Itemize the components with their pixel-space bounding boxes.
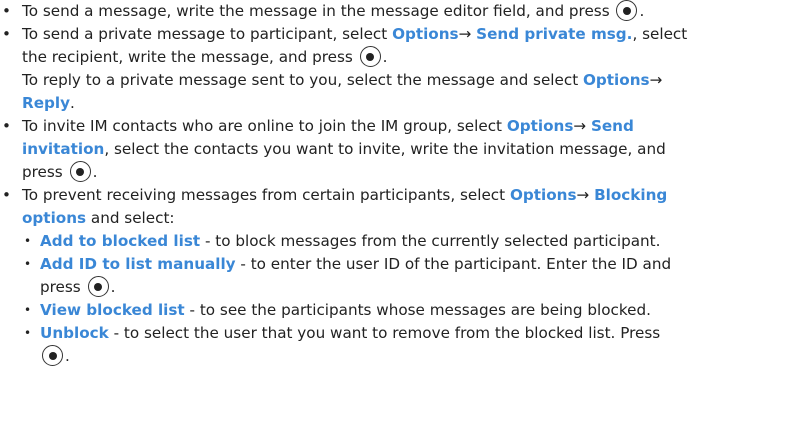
text-line: To prevent receiving messages from certa…: [22, 186, 668, 204]
list-item: • To send a message, write the message in…: [0, 0, 794, 23]
menu-command: View blocked list: [40, 301, 185, 319]
bullet: •: [24, 303, 32, 317]
menu-command: Options: [509, 186, 577, 204]
menu-command: Add ID to list manually: [40, 255, 236, 273]
text-line: To send a private message to participant…: [22, 25, 688, 43]
text-line: View blocked list - to see the participa…: [40, 301, 651, 319]
text-line: To invite IM contacts who are online to …: [22, 117, 634, 135]
menu-arrow-icon: →: [573, 117, 591, 135]
menu-command: Unblock: [40, 324, 109, 342]
selection-key-icon: [42, 345, 63, 366]
text-line: Add ID to list manually - to enter the u…: [40, 255, 672, 273]
selection-key-icon: [616, 0, 638, 21]
text-line: Reply.: [22, 94, 75, 112]
menu-command: Reply: [22, 94, 70, 112]
text-line: To reply to a private message sent to yo…: [22, 71, 663, 89]
menu-arrow-icon: →: [649, 71, 663, 89]
text-line: Add to blocked list - to block messages …: [40, 232, 661, 250]
sub-list-item: • Add to blocked list - to block messages…: [0, 230, 794, 253]
bullet: •: [24, 257, 32, 271]
menu-command: Send: [590, 117, 634, 135]
bullet: •: [24, 326, 32, 340]
menu-command: Add to blocked list: [40, 232, 201, 250]
text-line: Unblock - to select the user that you wa…: [40, 324, 661, 342]
menu-command: Send private msg.: [476, 25, 633, 43]
sub-list-item: • View blocked list - to see the particip…: [0, 299, 794, 322]
menu-arrow-icon: →: [576, 186, 595, 204]
menu-command: Options: [392, 25, 459, 43]
menu-command: Options: [583, 71, 650, 89]
bullet: •: [2, 186, 11, 204]
text-line: .: [40, 345, 794, 368]
selection-key-icon: [359, 46, 381, 67]
list-item: • To invite IM contacts who are online to…: [0, 115, 794, 184]
text-line: invitation, select the contacts you want…: [22, 140, 666, 158]
bullet: •: [2, 25, 11, 43]
text-line: To send a message, write the message in …: [22, 0, 645, 21]
menu-command: options: [22, 209, 87, 227]
text-line: press .: [40, 276, 116, 297]
text-line: the recipient, write the message, and pr…: [22, 46, 388, 67]
bullet: •: [2, 117, 11, 135]
sub-list-item: • Unblock - to select the user that you w…: [0, 322, 794, 368]
bullet: •: [2, 2, 11, 20]
menu-command: invitation: [22, 140, 105, 158]
list-item: • To send a private message to participan…: [0, 23, 794, 115]
text-line: press .: [22, 161, 98, 182]
selection-key-icon: [69, 161, 91, 182]
list-item: • To prevent receiving messages from cert…: [0, 184, 794, 230]
sub-list-item: • Add ID to list manually - to enter the …: [0, 253, 794, 299]
menu-command: Blocking: [594, 186, 668, 204]
menu-command: Options: [506, 117, 574, 135]
menu-arrow-icon: →: [458, 25, 477, 43]
instruction-list: • To send a message, write the message in…: [0, 0, 794, 368]
selection-key-icon: [87, 276, 109, 297]
text-line: options and select:: [22, 209, 175, 227]
bullet: •: [24, 234, 32, 248]
